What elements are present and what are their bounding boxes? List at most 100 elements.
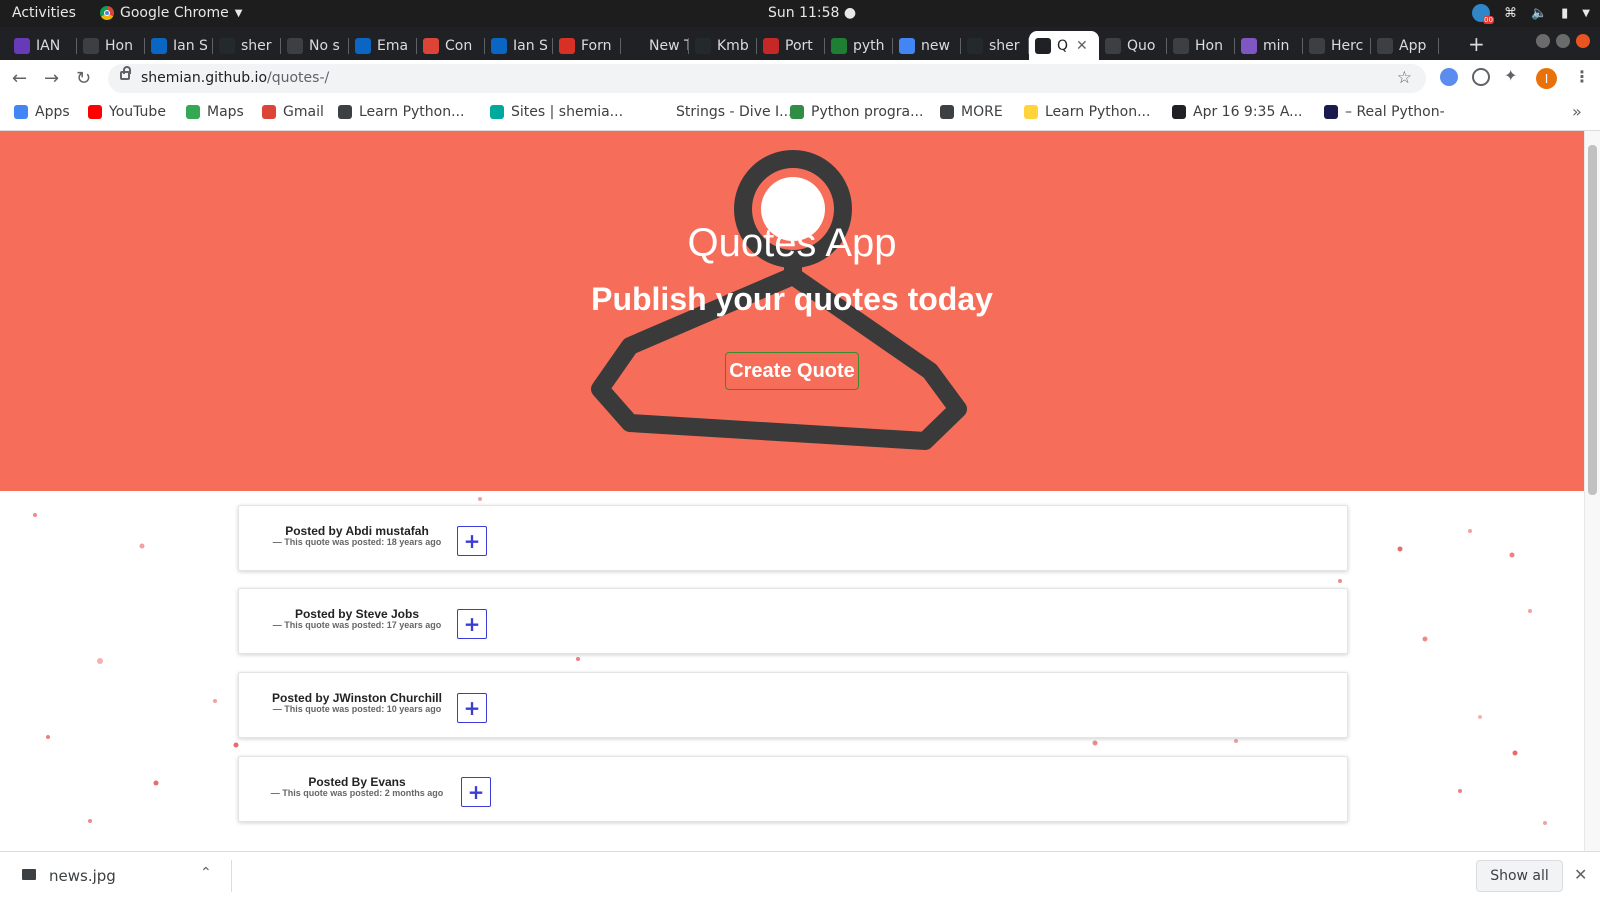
tab-favicon-icon	[1035, 37, 1051, 54]
tab[interactable]: Hon	[1167, 31, 1235, 60]
wifi-icon[interactable]: ⌘	[1504, 6, 1517, 21]
back-button[interactable]: ←	[12, 68, 27, 89]
close-icon[interactable]: ✕	[1574, 865, 1587, 884]
browser-toolbar: ← → ↻ shemian.github.io/quotes-/ ☆ ✦ I ⋮	[0, 60, 1600, 98]
tab[interactable]: Ian S	[145, 31, 213, 60]
bookmark-item[interactable]: MORE	[940, 104, 1003, 120]
bookmark-item[interactable]: Strings - Dive I...	[655, 104, 793, 120]
expand-quote-button[interactable]: +	[457, 609, 487, 639]
expand-quote-button[interactable]: +	[457, 526, 487, 556]
image-file-icon	[22, 869, 36, 880]
close-window-button[interactable]	[1576, 34, 1590, 48]
tab-favicon-icon	[491, 37, 507, 54]
chrome-menu-icon[interactable]: ⋮	[1574, 67, 1590, 86]
tab-favicon-icon	[14, 37, 30, 54]
expand-quote-button[interactable]: +	[457, 693, 487, 723]
bookmark-item[interactable]: – Real Python-	[1324, 104, 1445, 120]
system-tray[interactable]: 00 ⌘ 🔈 ▮ ▼	[1471, 4, 1590, 24]
bookmark-favicon-icon	[262, 105, 276, 119]
tab[interactable]: Forn	[553, 31, 621, 60]
bookmark-item[interactable]: Python progra...	[790, 104, 923, 120]
reload-button[interactable]: ↻	[76, 68, 91, 89]
quote-author: Posted by Abdi mustafah	[285, 524, 429, 538]
tab[interactable]: New Ta	[621, 31, 689, 60]
bookmark-item[interactable]: Learn Python...	[1024, 104, 1150, 120]
page-title: Quotes App	[687, 221, 897, 265]
quote-card: Posted by Steve Jobs — This quote was pos…	[238, 588, 1348, 654]
tab[interactable]: new	[893, 31, 961, 60]
forward-button[interactable]: →	[44, 68, 59, 89]
tab[interactable]: Port	[757, 31, 825, 60]
bookmark-item[interactable]: Apps	[14, 104, 70, 120]
quote-author: Posted by Steve Jobs	[294, 607, 420, 621]
url-text[interactable]: shemian.github.io/quotes-/	[141, 70, 329, 86]
tab-active[interactable]: Q ✕	[1029, 31, 1099, 60]
page-scrollbar[interactable]	[1584, 131, 1600, 851]
chevron-down-icon[interactable]: ▼	[1582, 8, 1590, 19]
tab-label: New Ta	[649, 37, 689, 54]
bookmark-item[interactable]: Apr 16 9:35 A...	[1172, 104, 1303, 120]
tab[interactable]: Quo	[1099, 31, 1167, 60]
url-path: /quotes-/	[267, 70, 330, 86]
bookmark-item[interactable]: Maps	[186, 104, 244, 120]
tab-label: Quo	[1127, 37, 1156, 54]
tab-label: Port	[785, 37, 813, 54]
quote-posted-time: — This quote was posted: 2 months ago	[270, 788, 444, 798]
bookmark-favicon-icon	[14, 105, 28, 119]
bookmarks-bar: Apps YouTube Maps Gmail Learn Python... Sites…	[0, 97, 1600, 131]
update-notification-icon[interactable]: 00	[1471, 4, 1494, 24]
bookmark-label: YouTube	[109, 104, 166, 120]
close-tab-icon[interactable]: ✕	[1076, 38, 1088, 54]
tab[interactable]: Hon	[77, 31, 145, 60]
bookmark-item[interactable]: Sites | shemia...	[490, 104, 623, 120]
tab[interactable]: Kmb	[689, 31, 757, 60]
maximize-button[interactable]	[1556, 34, 1570, 48]
address-bar[interactable]: shemian.github.io/quotes-/ ☆	[108, 64, 1426, 93]
bookmark-label: – Real Python-	[1345, 104, 1445, 120]
chevron-up-icon[interactable]: ⌃	[200, 865, 212, 881]
profile-avatar[interactable]: I	[1536, 68, 1557, 89]
bookmark-star-icon[interactable]: ☆	[1397, 68, 1412, 88]
app-menu[interactable]: Google Chrome ▼	[100, 5, 242, 21]
activities-button[interactable]: Activities	[12, 5, 76, 21]
tab[interactable]: Con	[417, 31, 485, 60]
notification-badge: 00	[1483, 16, 1494, 24]
minimize-button[interactable]	[1536, 34, 1550, 48]
bookmark-item[interactable]: YouTube	[88, 104, 166, 120]
tab-favicon-icon	[355, 37, 371, 54]
battery-icon[interactable]: ▮	[1561, 6, 1568, 21]
show-all-downloads-button[interactable]: Show all	[1476, 860, 1563, 892]
tab[interactable]: sher	[213, 31, 281, 60]
tab[interactable]: IAN	[8, 31, 77, 60]
tab[interactable]: Ian S	[485, 31, 553, 60]
system-clock[interactable]: Sun 11:58 ●	[768, 5, 856, 21]
new-tab-button[interactable]: +	[1468, 32, 1485, 56]
scrollbar-thumb[interactable]	[1588, 145, 1597, 495]
bookmark-item[interactable]: Gmail	[262, 104, 324, 120]
bookmark-label: MORE	[961, 104, 1003, 120]
tab-label: Hon	[1195, 37, 1223, 54]
bookmark-label: Sites | shemia...	[511, 104, 624, 120]
expand-quote-button[interactable]: +	[461, 777, 491, 807]
tab[interactable]: App	[1371, 31, 1439, 60]
tab[interactable]: sher	[961, 31, 1029, 60]
tab[interactable]: Ema	[349, 31, 417, 60]
tab[interactable]: min	[1235, 31, 1303, 60]
bookmark-label: Apr 16 9:35 A...	[1193, 104, 1303, 120]
more-bookmarks-icon[interactable]: »	[1572, 102, 1582, 121]
create-quote-button[interactable]: Create Quote	[725, 352, 859, 390]
extension-icon[interactable]	[1472, 68, 1490, 86]
volume-icon[interactable]: 🔈	[1531, 6, 1547, 21]
tab[interactable]: pyth	[825, 31, 893, 60]
extension-icon[interactable]	[1440, 68, 1458, 86]
lock-icon[interactable]	[120, 66, 131, 80]
quote-author: Posted By Evans	[308, 775, 406, 789]
puzzle-extensions-icon[interactable]: ✦	[1504, 66, 1522, 85]
tab-label: No s	[309, 37, 340, 54]
tab-label: min	[1263, 37, 1290, 54]
quote-author: Posted by JWinston Churchill	[272, 691, 442, 705]
tab[interactable]: No s	[281, 31, 349, 60]
tab[interactable]: Herc	[1303, 31, 1371, 60]
bookmark-item[interactable]: Learn Python...	[338, 104, 464, 120]
download-file-name[interactable]: news.jpg	[49, 867, 116, 885]
